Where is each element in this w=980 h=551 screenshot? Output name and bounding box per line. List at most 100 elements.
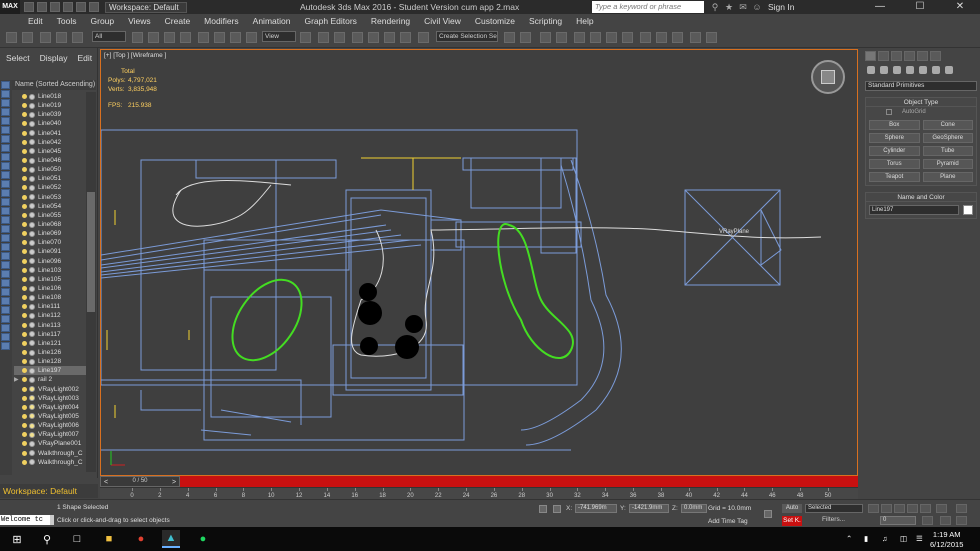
set-key-icon[interactable]	[764, 510, 772, 518]
explorer-scroll-thumb[interactable]	[87, 192, 95, 312]
explorer-scrollbar[interactable]	[86, 92, 96, 472]
previous-frame-icon[interactable]	[881, 504, 892, 513]
bind-space-warp-icon[interactable]	[72, 32, 83, 43]
explorer-settings-icon[interactable]	[1, 342, 10, 350]
filter-options-icon[interactable]	[1, 324, 10, 332]
visibility-bulb-icon[interactable]	[22, 267, 27, 273]
task-view-icon[interactable]: □	[68, 530, 86, 548]
list-item[interactable]: Line069	[14, 229, 96, 238]
display-xrefs-icon[interactable]	[1, 144, 10, 152]
cylinder-button[interactable]: Cylinder	[869, 146, 920, 156]
visibility-bulb-icon[interactable]	[22, 148, 27, 154]
absolute-mode-icon[interactable]	[553, 505, 561, 513]
pan-icon[interactable]	[956, 504, 967, 513]
snaps-toggle-icon[interactable]	[352, 32, 363, 43]
render-setup-icon[interactable]	[640, 32, 651, 43]
visibility-bulb-icon[interactable]	[22, 276, 27, 282]
geosphere-button[interactable]: GeoSphere	[922, 133, 973, 143]
list-item[interactable]: Line111	[14, 302, 96, 311]
save-file-icon[interactable]	[50, 2, 60, 12]
list-item[interactable]: Line112	[14, 311, 96, 320]
menu-scripting[interactable]: Scripting	[529, 16, 562, 26]
redo-icon[interactable]	[76, 2, 86, 12]
volume-icon[interactable]: ♫	[882, 534, 888, 543]
display-invert-icon[interactable]	[1, 207, 10, 215]
list-item[interactable]: VRayLight003	[14, 394, 96, 403]
scale-icon[interactable]	[230, 32, 241, 43]
spinner-snap-icon[interactable]	[400, 32, 411, 43]
sign-in-link[interactable]: Sign In	[768, 2, 794, 12]
menu-tools[interactable]: Tools	[57, 16, 77, 26]
windows-start-icon[interactable]: ⊞	[8, 530, 26, 548]
spotify-icon[interactable]: ●	[194, 530, 212, 548]
select-object-icon[interactable]	[132, 32, 143, 43]
list-item[interactable]: Line053	[14, 193, 96, 202]
communication-icon[interactable]: ✉	[738, 2, 748, 12]
visibility-bulb-icon[interactable]	[22, 350, 27, 355]
invert-selection-icon[interactable]	[1, 297, 10, 305]
time-configuration-icon[interactable]	[922, 516, 933, 525]
modify-tab-icon[interactable]	[878, 51, 889, 61]
display-none-icon[interactable]	[1, 198, 10, 206]
list-item[interactable]: VRayLight004	[14, 403, 96, 412]
display-lights-icon[interactable]	[1, 99, 10, 107]
list-item[interactable]: ▶ rail 2	[14, 375, 96, 384]
list-item[interactable]: VRayLight005	[14, 412, 96, 421]
explorer-tab-edit[interactable]: Edit	[78, 53, 93, 63]
workspace-dropdown[interactable]: Workspace: Default	[105, 1, 187, 13]
cameras-category-icon[interactable]	[906, 66, 914, 74]
new-file-icon[interactable]	[24, 2, 34, 12]
menu-create[interactable]: Create	[165, 16, 191, 26]
tube-button[interactable]: Tube	[922, 146, 973, 156]
list-item[interactable]: Line126	[14, 348, 96, 357]
app-logo[interactable]: MAX	[0, 0, 20, 14]
undo-icon[interactable]	[63, 2, 73, 12]
window-crossing-icon[interactable]	[180, 32, 191, 43]
viewport-scene[interactable]: VRayPlane	[101, 50, 857, 475]
display-frozen-icon[interactable]	[1, 171, 10, 179]
visibility-bulb-icon[interactable]	[22, 313, 27, 319]
list-item[interactable]: Line040	[14, 119, 96, 128]
menu-group[interactable]: Group	[91, 16, 115, 26]
redo-icon[interactable]	[22, 32, 33, 43]
binoculars-icon[interactable]: ⚲	[710, 2, 720, 12]
schematic-view-icon[interactable]	[606, 32, 617, 43]
toggle-layer-explorer-icon[interactable]	[556, 32, 567, 43]
visibility-bulb-icon[interactable]	[22, 158, 27, 164]
file-explorer-icon[interactable]: ■	[100, 530, 118, 548]
tray-chevron-icon[interactable]: ⌃	[846, 534, 852, 543]
select-children-icon[interactable]	[1, 225, 10, 233]
search-icon[interactable]: ⚲	[38, 530, 56, 548]
list-item[interactable]: Line108	[14, 293, 96, 302]
render-iterative-icon[interactable]	[690, 32, 701, 43]
list-item[interactable]: VRayLight002	[14, 385, 96, 394]
visibility-bulb-icon[interactable]	[22, 176, 27, 182]
curve-editor-icon[interactable]	[590, 32, 601, 43]
display-containers-icon[interactable]	[1, 162, 10, 170]
box-button[interactable]: Box	[869, 120, 920, 130]
notifications-icon[interactable]: ☰	[916, 534, 923, 543]
visibility-bulb-icon[interactable]	[22, 212, 27, 218]
display-tab-icon[interactable]	[917, 51, 928, 61]
list-item[interactable]: Line068	[14, 220, 96, 229]
chrome-icon[interactable]: ●	[132, 530, 150, 548]
list-item[interactable]: Line055	[14, 211, 96, 220]
utilities-tab-icon[interactable]	[930, 51, 941, 61]
explorer-column-header[interactable]: Name (Sorted Ascending)	[12, 80, 96, 90]
y-coordinate-field[interactable]: -1421.9mm	[629, 504, 669, 513]
layer-explorer-icon[interactable]	[1, 279, 10, 287]
visibility-bulb-icon[interactable]	[22, 130, 27, 136]
visibility-bulb-icon[interactable]	[22, 112, 27, 118]
menu-views[interactable]: Views	[128, 16, 151, 26]
selection-region-icon[interactable]	[164, 32, 175, 43]
list-item[interactable]: VRayLight007	[14, 430, 96, 439]
shapes-category-icon[interactable]	[880, 66, 888, 74]
selection-filter-dropdown[interactable]: All	[92, 31, 126, 42]
visibility-bulb-icon[interactable]	[22, 249, 27, 255]
select-none-icon[interactable]	[1, 315, 10, 323]
list-item[interactable]: Line018	[14, 92, 96, 101]
angle-snap-icon[interactable]	[368, 32, 379, 43]
list-item[interactable]: Line050	[14, 165, 96, 174]
set-key-button[interactable]: Set K.	[782, 516, 802, 526]
visibility-bulb-icon[interactable]	[22, 404, 27, 410]
